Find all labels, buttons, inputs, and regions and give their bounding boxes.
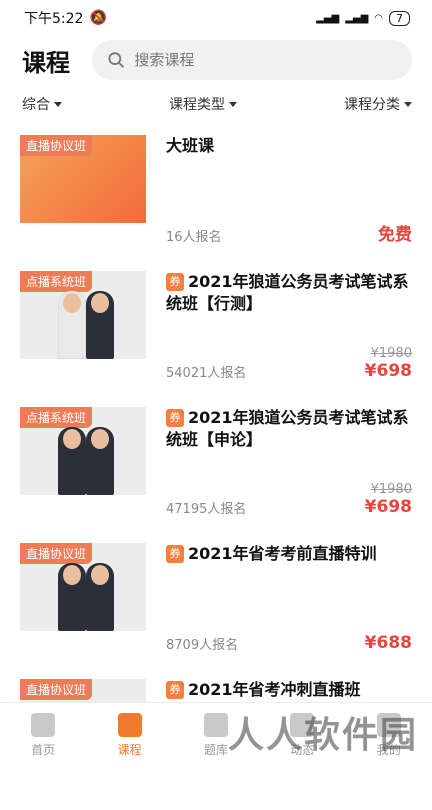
signal-icon-2: ▂▄▆ (345, 13, 368, 24)
course-tag: 直播协议班 (20, 543, 92, 564)
header: 课程 (0, 36, 432, 84)
filter-course-type-label: 课程类型 (169, 94, 225, 114)
course-title: 2021年省考考前直播特训 (188, 544, 377, 563)
filter-course-type[interactable]: 课程类型 (169, 94, 237, 114)
course-tag: 直播协议班 (20, 679, 92, 700)
presenter-head (63, 293, 81, 313)
course-thumbnail: 点播系统班 (20, 407, 146, 495)
chevron-down-icon (229, 102, 237, 107)
course-price: ¥698 (365, 497, 412, 517)
book-icon (118, 713, 142, 737)
coupon-badge: 券 (166, 409, 184, 427)
original-price: ¥1980 (365, 482, 412, 497)
search-input[interactable] (134, 51, 396, 69)
mute-icon: 🔕 (89, 10, 106, 26)
tab-home-label: 首页 (31, 741, 55, 758)
course-title: 2021年狼道公务员考试笔试系统班【行测】 (166, 272, 409, 313)
original-price: ¥1980 (365, 346, 412, 361)
course-tag: 点播系统班 (20, 271, 92, 292)
coupon-badge: 券 (166, 681, 184, 699)
filter-course-category-label: 课程分类 (344, 94, 400, 114)
signal-icon: ▂▄▆ (316, 13, 339, 24)
battery-icon: 7 (389, 11, 410, 26)
filter-bar: 综合 课程类型 课程分类 (0, 84, 432, 124)
course-price: 免费 (378, 220, 412, 245)
search-icon (108, 51, 124, 69)
course-title: 2021年省考冲刺直播班 (188, 680, 361, 699)
status-bar: 下午5:22 🔕 ▂▄▆ ▂▄▆ ◠ 7 (0, 0, 432, 36)
tab-question-bank-label: 题库 (204, 741, 228, 758)
watermark: 人人软件园 (228, 706, 418, 758)
course-price: ¥688 (365, 633, 412, 653)
enroll-count: 47195人报名 (166, 498, 246, 517)
course-card[interactable]: 直播协议班 大班课 16人报名 免费 (0, 130, 432, 266)
presenter-head (91, 293, 109, 313)
filter-course-category[interactable]: 课程分类 (344, 94, 412, 114)
question-bank-icon (204, 713, 228, 737)
presenter-head (63, 565, 81, 585)
course-title: 2021年狼道公务员考试笔试系统班【申论】 (166, 408, 409, 449)
filter-sort[interactable]: 综合 (22, 94, 62, 114)
course-card[interactable]: 点播系统班 券2021年狼道公务员考试笔试系统班【申论】 47195人报名 ¥1… (0, 402, 432, 538)
enroll-count: 16人报名 (166, 226, 222, 245)
coupon-badge: 券 (166, 545, 184, 563)
tab-home[interactable]: 首页 (0, 703, 86, 768)
course-card[interactable]: 点播系统班 券2021年狼道公务员考试笔试系统班【行测】 54021人报名 ¥1… (0, 266, 432, 402)
tab-courses[interactable]: 课程 (86, 703, 172, 768)
home-icon (31, 713, 55, 737)
wifi-icon: ◠ (374, 13, 383, 24)
enroll-count: 54021人报名 (166, 362, 246, 381)
course-tag: 点播系统班 (20, 407, 92, 428)
course-price: ¥698 (365, 361, 412, 381)
course-card[interactable]: 直播协议班 券2021年省考考前直播特训 8709人报名 ¥688 (0, 538, 432, 674)
enroll-count: 8709人报名 (166, 634, 238, 653)
filter-sort-label: 综合 (22, 94, 50, 114)
status-time: 下午5:22 (24, 8, 83, 28)
presenter-head (91, 565, 109, 585)
course-tag: 直播协议班 (20, 135, 92, 156)
coupon-badge: 券 (166, 273, 184, 291)
course-thumbnail: 直播协议班 (20, 543, 146, 631)
chevron-down-icon (54, 102, 62, 107)
presenter-head (91, 429, 109, 449)
chevron-down-icon (404, 102, 412, 107)
tab-courses-label: 课程 (118, 741, 142, 758)
course-title: 大班课 (166, 135, 412, 157)
presenter-head (63, 429, 81, 449)
page-title: 课程 (22, 43, 92, 78)
course-thumbnail: 点播系统班 (20, 271, 146, 359)
search-box[interactable] (92, 40, 412, 80)
course-thumbnail: 直播协议班 (20, 135, 146, 223)
